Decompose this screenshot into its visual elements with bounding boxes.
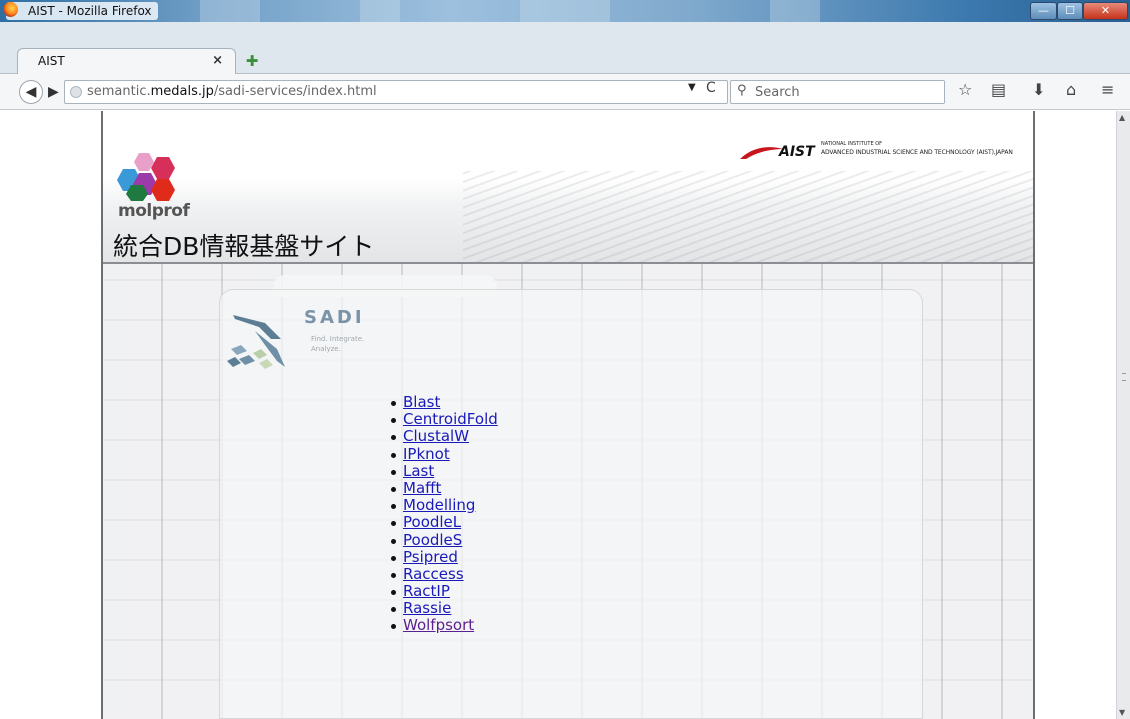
list-item: Last	[391, 462, 498, 480]
title-bar: AIST - Mozilla Firefox — ☐ ✕	[0, 0, 1130, 22]
scroll-grip[interactable]	[1122, 373, 1126, 381]
list-item: Mafft	[391, 479, 498, 497]
list-item: PoodleL	[391, 514, 498, 531]
service-link-ractip[interactable]: RactIP	[403, 582, 450, 600]
menu-icon[interactable]: ≡	[1101, 81, 1114, 99]
close-window-button[interactable]: ✕	[1083, 2, 1128, 20]
close-icon[interactable]: ×	[212, 53, 223, 68]
content-panel	[219, 289, 923, 719]
service-link-rassie[interactable]: Rassie	[403, 599, 451, 617]
forward-arrow-icon[interactable]: ▶	[48, 80, 59, 104]
list-item: ClustalW	[391, 428, 498, 445]
service-link-centroidfold[interactable]: CentroidFold	[403, 410, 498, 428]
minimize-button[interactable]: —	[1030, 2, 1057, 20]
list-item: Psipred	[391, 548, 498, 566]
sadi-tagline-1: Find. Integrate.	[311, 335, 365, 343]
search-icon: ⚲	[737, 83, 747, 98]
firefox-logo-icon	[3, 2, 18, 17]
service-link-raccess[interactable]: Raccess	[403, 565, 464, 583]
scroll-down-icon[interactable]: ▼	[1119, 708, 1125, 717]
list-item: CentroidFold	[391, 411, 498, 428]
service-link-ipknot[interactable]: IPknot	[403, 445, 450, 463]
plus-icon[interactable]: ✚	[243, 52, 261, 70]
service-link-clustalw[interactable]: ClustalW	[403, 427, 469, 445]
vertical-scrollbar[interactable]: ▲ ▼	[1116, 111, 1130, 719]
back-arrow-icon[interactable]: ◀	[19, 80, 43, 104]
url-text[interactable]: semantic.medals.jp/sadi-services/index.h…	[87, 84, 377, 99]
sadi-title: SADI	[304, 307, 365, 328]
list-item: Modelling	[391, 497, 498, 514]
list-item: RactIP	[391, 583, 498, 600]
molprof-logo-icon	[117, 153, 175, 201]
service-link-mafft[interactable]: Mafft	[403, 479, 441, 497]
sadi-tagline-2: Analyze.	[311, 345, 341, 353]
header-decoration	[463, 171, 1033, 263]
tab-strip: AIST × ✚	[0, 22, 1130, 74]
service-link-modelling[interactable]: Modelling	[403, 496, 475, 514]
service-link-poodlel[interactable]: PoodleL	[403, 513, 461, 531]
scroll-up-icon[interactable]: ▲	[1119, 113, 1125, 122]
list-item: PoodleS	[391, 531, 498, 549]
aist-logo-text: AIST	[779, 144, 815, 160]
aist-full-name: ADVANCED INDUSTRIAL SCIENCE AND TECHNOLO…	[821, 149, 1013, 156]
url-prefix: semantic.	[87, 84, 151, 99]
list-item: Wolfpsort	[391, 617, 498, 634]
sadi-logo-icon	[227, 315, 285, 369]
search-placeholder: Search	[755, 85, 800, 100]
tab-title: AIST	[38, 54, 65, 68]
service-link-wolfpsort[interactable]: Wolfpsort	[403, 616, 474, 634]
reading-list-icon[interactable]: ▤	[991, 81, 1006, 99]
url-path: /sadi-services/index.html	[213, 84, 377, 99]
browser-window: AIST - Mozilla Firefox — ☐ ✕ AIST × ✚ ◀ …	[0, 0, 1130, 719]
service-link-last[interactable]: Last	[403, 462, 434, 480]
service-link-psipred[interactable]: Psipred	[403, 548, 458, 566]
search-input[interactable]: ⚲ Search	[730, 80, 945, 104]
url-domain: medals.jp	[150, 84, 214, 99]
list-item: Raccess	[391, 565, 498, 583]
url-dropdown-icon[interactable]: ▼	[688, 82, 696, 93]
aist-subtitle-small: NATIONAL INSTITUTE OF	[821, 141, 883, 147]
download-icon[interactable]: ⬇	[1032, 81, 1045, 99]
tab-aist[interactable]: AIST ×	[17, 48, 236, 74]
bookmark-star-icon[interactable]: ☆	[958, 81, 972, 99]
list-item: IPknot	[391, 445, 498, 463]
page-container: molprof 統合DB情報基盤サイト AIST NATIONAL INSTIT…	[101, 111, 1035, 719]
page-viewport: molprof 統合DB情報基盤サイト AIST NATIONAL INSTIT…	[0, 111, 1116, 719]
molprof-wordmark: molprof	[118, 201, 190, 221]
url-bar[interactable]: semantic.medals.jp/sadi-services/index.h…	[64, 80, 728, 104]
globe-icon	[70, 86, 82, 98]
service-link-poodles[interactable]: PoodleS	[403, 531, 462, 549]
list-item: Blast	[391, 394, 498, 411]
home-icon[interactable]: ⌂	[1066, 81, 1076, 99]
site-title: 統合DB情報基盤サイト	[113, 232, 375, 261]
window-title: AIST - Mozilla Firefox	[6, 2, 158, 20]
service-link-blast[interactable]: Blast	[403, 393, 440, 411]
reload-icon[interactable]: C	[706, 80, 716, 96]
maximize-button[interactable]: ☐	[1057, 2, 1083, 20]
service-list: Blast CentroidFold ClustalW IPknot Last …	[391, 394, 498, 635]
site-header: molprof 統合DB情報基盤サイト AIST NATIONAL INSTIT…	[103, 111, 1033, 264]
list-item: Rassie	[391, 600, 498, 617]
